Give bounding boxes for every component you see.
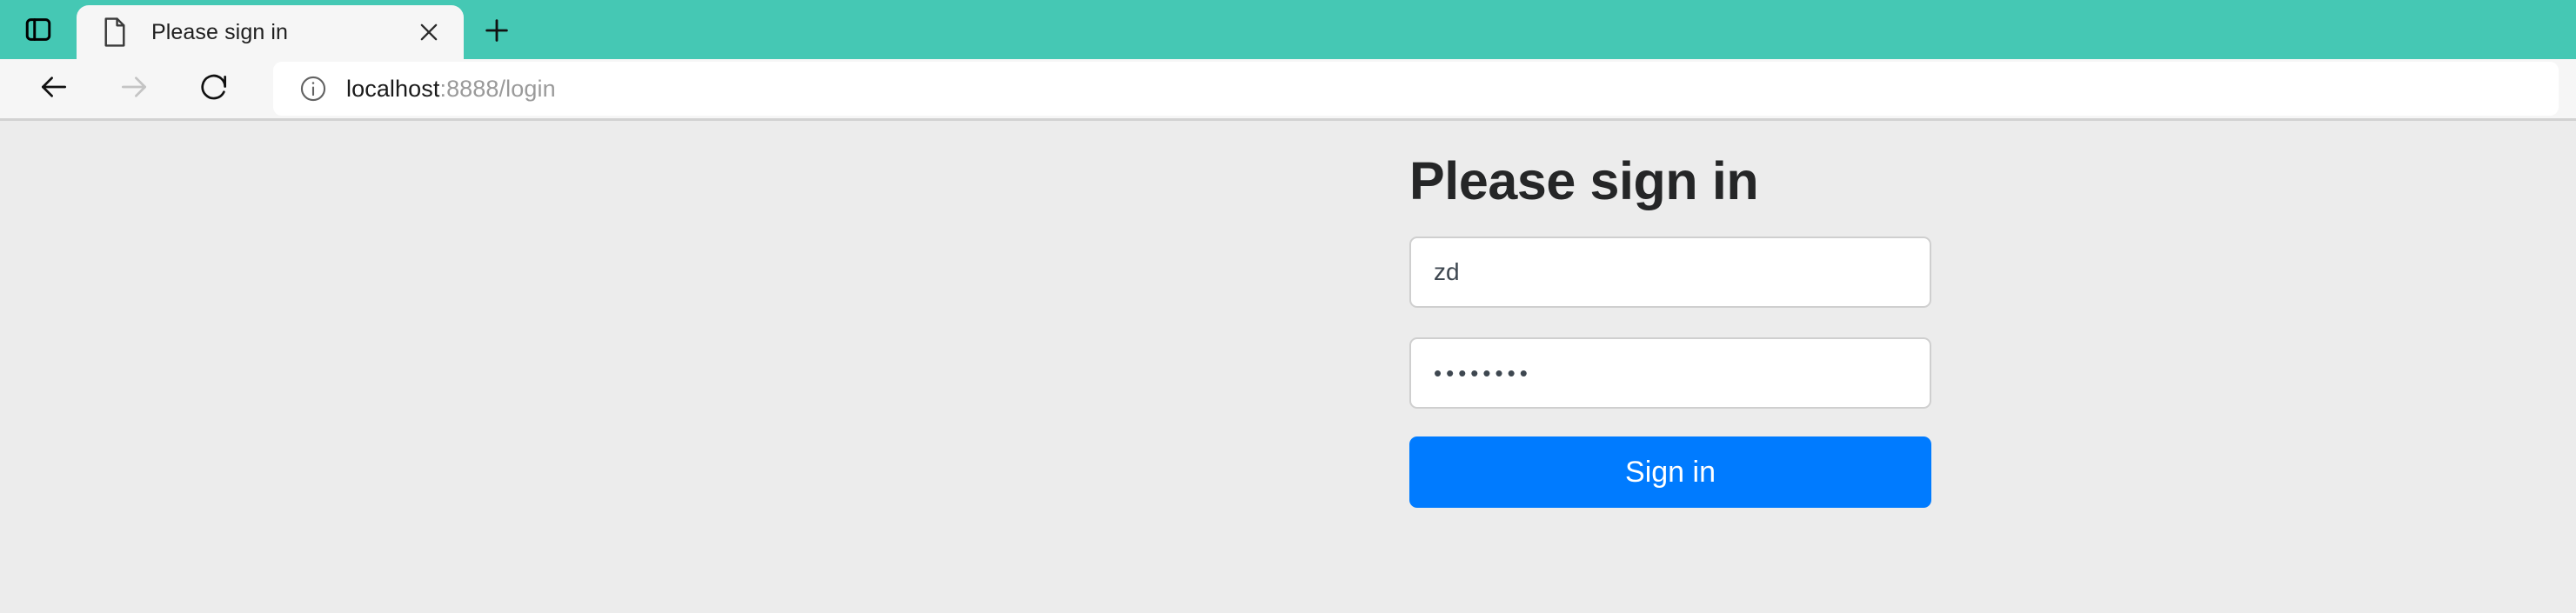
url-path: :8888/login [439, 75, 556, 102]
reload-icon [197, 70, 231, 108]
tab-strip: Please sign in [0, 0, 2576, 59]
arrow-left-icon [37, 70, 70, 108]
close-icon[interactable] [406, 10, 452, 55]
sign-in-form: Please sign in Sign in [1409, 151, 1931, 509]
tab-list-icon [23, 15, 53, 44]
reload-button[interactable] [183, 57, 245, 120]
browser-window: Please sign in localhost:8888/login Plea… [0, 0, 2576, 613]
sign-in-button[interactable]: Sign in [1409, 436, 1931, 509]
arrow-right-icon [117, 70, 151, 108]
new-tab-button[interactable] [464, 5, 530, 59]
forward-button [103, 57, 165, 120]
page-viewport: Please sign in Sign in [0, 121, 2576, 613]
info-circle-icon[interactable] [294, 70, 332, 108]
document-icon [97, 15, 132, 50]
username-input[interactable] [1409, 237, 1931, 309]
tab-title: Please sign in [151, 19, 289, 44]
url-host: localhost [346, 75, 440, 102]
tab-strip-empty-area [530, 5, 2576, 59]
page-title: Please sign in [1409, 151, 1759, 210]
password-input[interactable] [1409, 337, 1931, 410]
browser-tab[interactable]: Please sign in [77, 5, 464, 59]
address-bar[interactable]: localhost:8888/login [273, 62, 2559, 116]
address-bar-url: localhost:8888/login [346, 76, 556, 103]
tab-list-button[interactable] [0, 0, 77, 59]
browser-toolbar: localhost:8888/login [0, 59, 2576, 121]
back-button[interactable] [23, 57, 85, 120]
plus-icon [482, 16, 512, 50]
